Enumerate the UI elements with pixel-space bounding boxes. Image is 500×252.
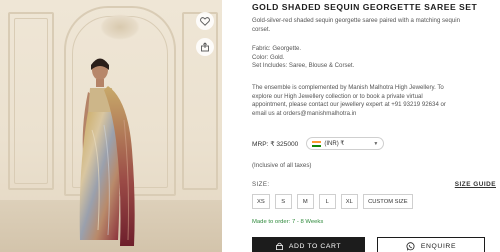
wall-panel-left-inner	[14, 18, 48, 184]
currency-select[interactable]: (INR) ₹ ▼	[306, 137, 385, 150]
product-description: Gold-silver-red shaded sequin georgette …	[252, 17, 497, 34]
add-to-cart-label: ADD TO CART	[288, 242, 342, 250]
wall-ornament	[100, 14, 140, 40]
heart-icon	[200, 16, 210, 26]
product-info: GOLD SHADED SEQUIN GEORGETTE SAREE SET G…	[252, 0, 500, 252]
made-to-order-note: Made to order: 7 - 8 Weeks	[252, 219, 324, 225]
description-line: corset.	[252, 25, 271, 33]
detail-color: Color: Gold.	[252, 53, 285, 61]
size-option-m[interactable]: M	[296, 194, 314, 209]
price-row: MRP: ₹ 325000 (INR) ₹ ▼	[252, 137, 385, 150]
enquire-label: ENQUIRE	[420, 242, 457, 250]
size-option-xs[interactable]: XS	[252, 194, 270, 209]
detail-set-includes: Set Includes: Saree, Blouse & Corset.	[252, 62, 355, 70]
size-label: SIZE:	[252, 181, 270, 188]
whatsapp-icon	[406, 241, 415, 251]
share-button[interactable]	[196, 38, 214, 56]
lock-icon	[275, 242, 283, 250]
size-options: XS S M L XL CUSTOM SIZE	[252, 194, 413, 209]
currency-value: (INR) ₹	[324, 141, 345, 147]
size-option-custom[interactable]: CUSTOM SIZE	[362, 194, 413, 209]
note-line: explore our High Jewellery collection or…	[252, 92, 423, 100]
share-icon	[201, 42, 209, 52]
size-option-l[interactable]: L	[318, 194, 336, 209]
product-details: Fabric: Georgette. Color: Gold. Set Incl…	[252, 45, 497, 71]
model-in-saree	[79, 58, 135, 246]
size-guide-link[interactable]: SIZE GUIDE	[455, 181, 496, 188]
tax-note: (Inclusive of all taxes)	[252, 162, 312, 169]
product-title: GOLD SHADED SEQUIN GEORGETTE SAREE SET	[252, 2, 478, 12]
product-image	[0, 0, 222, 252]
jewellery-note: The ensemble is complemented by Manish M…	[252, 84, 497, 118]
india-flag-icon	[312, 140, 322, 147]
add-to-cart-button[interactable]: ADD TO CART	[252, 237, 365, 252]
wishlist-button[interactable]	[196, 12, 214, 30]
enquire-button[interactable]: ENQUIRE	[377, 237, 485, 252]
note-line: The ensemble is complemented by Manish M…	[252, 84, 444, 91]
chevron-down-icon: ▼	[373, 140, 379, 147]
note-line: email us at orders@manishmalhotra.in	[252, 109, 357, 117]
description-line: Gold-silver-red shaded sequin georgette …	[252, 17, 460, 24]
note-line: appointment, please contact our jeweller…	[252, 101, 446, 109]
mrp-price: MRP: ₹ 325000	[252, 140, 299, 148]
detail-fabric: Fabric: Georgette.	[252, 45, 302, 52]
size-option-xl[interactable]: XL	[340, 194, 358, 209]
size-option-s[interactable]: S	[274, 194, 292, 209]
